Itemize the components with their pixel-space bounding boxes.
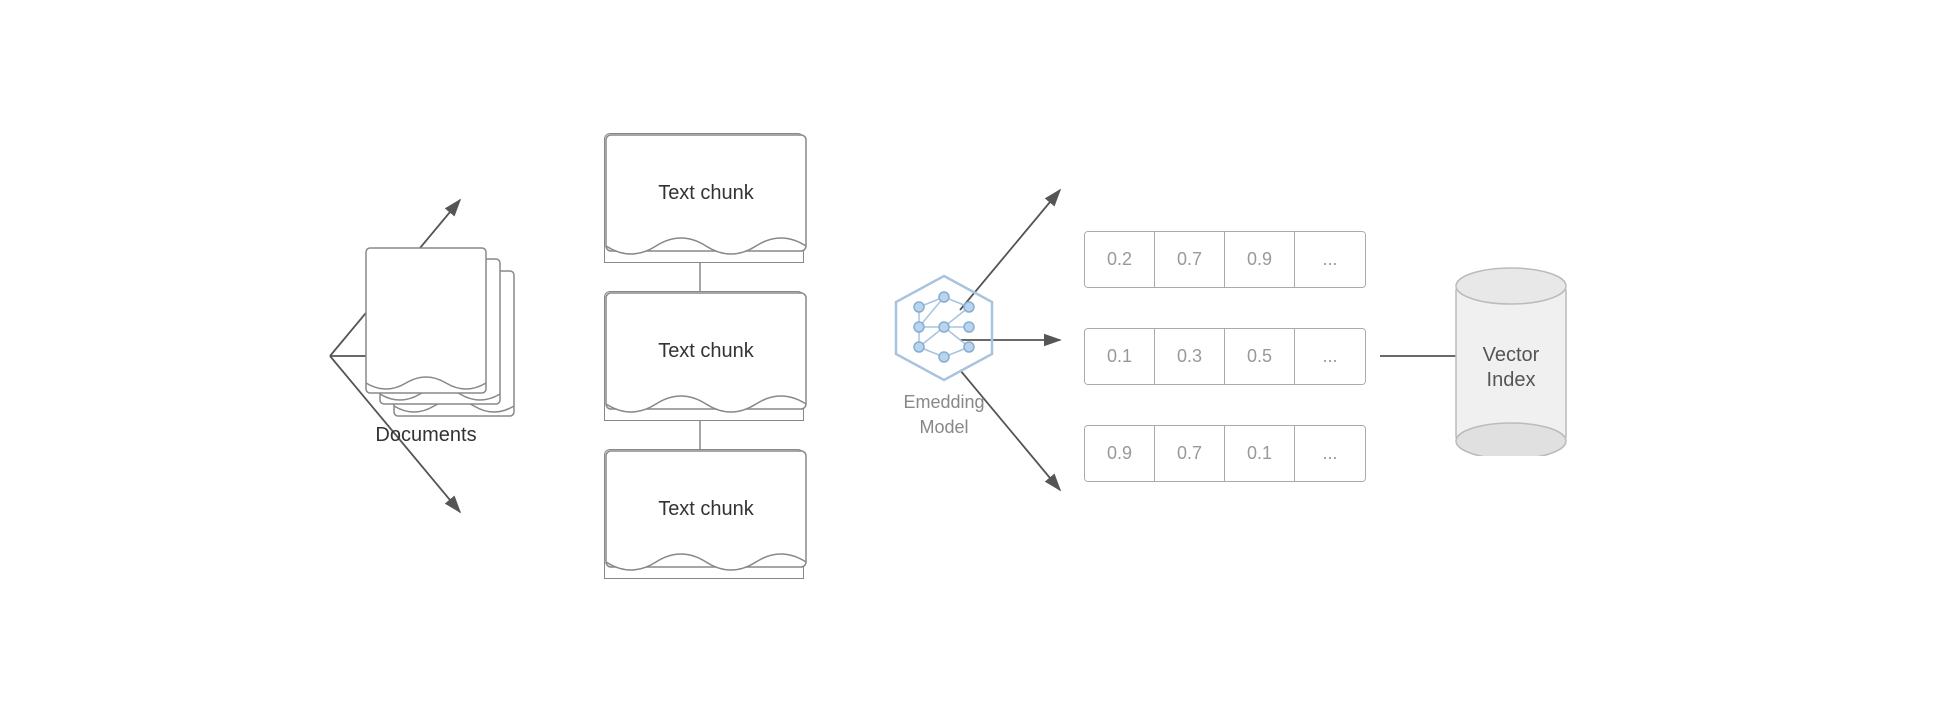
svg-text:Documents: Documents (375, 424, 476, 446)
chunk-3-svg: Text chunk (605, 450, 807, 598)
vector-row-2: 0.1 0.3 0.5 ... (1084, 328, 1366, 385)
embedding-model-icon (884, 272, 1004, 382)
vector-3-cell-3: 0.1 (1225, 426, 1295, 481)
vector-1-cell-1: 0.2 (1085, 232, 1155, 287)
svg-text:Vector: Vector (1483, 344, 1540, 366)
vector-2-cell-3: 0.5 (1225, 329, 1295, 384)
vector-2-cell-2: 0.3 (1155, 329, 1225, 384)
vector-2-cell-1: 0.1 (1085, 329, 1155, 384)
documents-svg: Documents (364, 246, 524, 466)
svg-text:Text chunk: Text chunk (658, 498, 755, 520)
vector-row-1: 0.2 0.7 0.9 ... (1084, 231, 1366, 288)
vector-1-cell-4: ... (1295, 232, 1365, 287)
documents-section: Documents (364, 246, 524, 466)
vector-row-3: 0.9 0.7 0.1 ... (1084, 425, 1366, 482)
vector-3-cell-1: 0.9 (1085, 426, 1155, 481)
chunk-2: Text chunk Text chunk (604, 291, 804, 421)
chunk-2-svg: Text chunk (605, 292, 807, 440)
chunk-3: Text chunk Text chunk (604, 449, 804, 579)
vector-index-cylinder: Vector Index (1446, 256, 1576, 456)
vectors-section: 0.2 0.7 0.9 ... 0.1 0.3 0.5 ... 0.9 0.7 … (1084, 231, 1366, 482)
vector-3-cell-4: ... (1295, 426, 1365, 481)
embedding-model-label: Emedding Model (903, 390, 984, 440)
vector-2-cell-4: ... (1295, 329, 1365, 384)
vector-1-cell-2: 0.7 (1155, 232, 1225, 287)
vector-1-cell-3: 0.9 (1225, 232, 1295, 287)
svg-text:Index: Index (1487, 369, 1536, 391)
svg-text:Text chunk: Text chunk (658, 340, 755, 362)
vector-3-cell-2: 0.7 (1155, 426, 1225, 481)
diagram-container: Documents Text chunk Text chunk Text chu… (0, 0, 1940, 712)
embedding-model-section: Emedding Model (884, 272, 1004, 440)
chunk-1-svg: Text chunk (605, 134, 807, 282)
flow-wrapper: Documents Text chunk Text chunk Text chu… (364, 133, 1576, 579)
chunks-section: Text chunk Text chunk Text chunk Text ch… (604, 133, 804, 579)
vector-index-section: Vector Index (1446, 256, 1576, 456)
svg-text:Text chunk: Text chunk (658, 182, 755, 204)
chunk-1: Text chunk Text chunk (604, 133, 804, 263)
